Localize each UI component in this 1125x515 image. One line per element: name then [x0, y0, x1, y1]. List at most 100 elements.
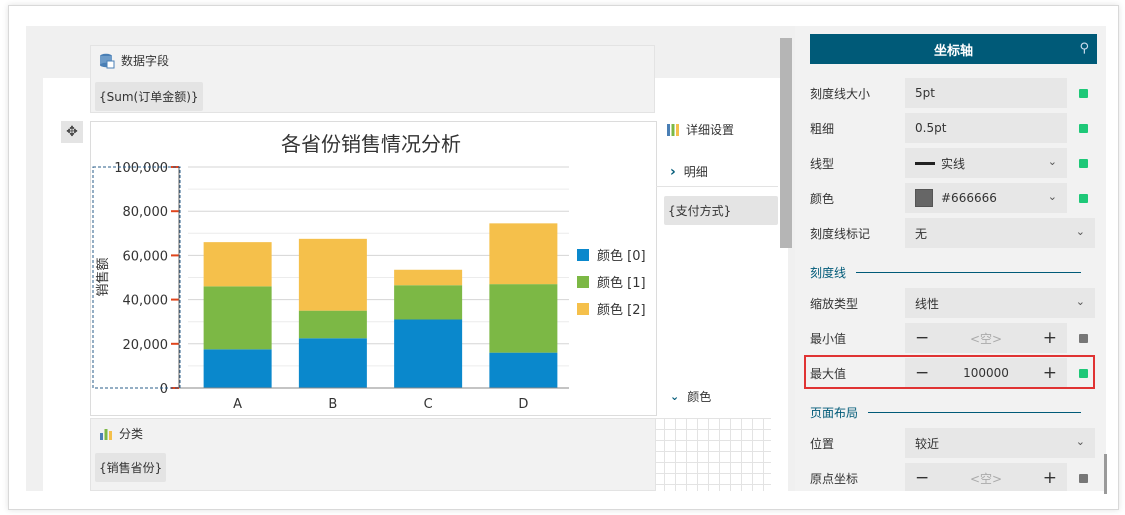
status-dot — [1079, 333, 1088, 343]
status-dot — [1079, 158, 1088, 168]
data-field-chip[interactable]: {Sum(订单金额)} — [95, 82, 203, 111]
x-tick-label: A — [233, 397, 242, 412]
chart-container[interactable]: 各省份销售情况分析 0 20,000 40,000 60,000 80,000 100,0… — [90, 121, 657, 416]
prop-label: 最小值 — [810, 331, 847, 346]
bar-segment[interactable] — [203, 286, 272, 350]
section-title: 页面布局 — [810, 406, 859, 420]
prop-value: 较近 — [915, 436, 940, 451]
data-fields-panel: 数据字段 {Sum(订单金额)} — [90, 45, 655, 113]
legend-swatch — [577, 249, 589, 261]
detail-icon — [667, 123, 679, 136]
chart-svg: 各省份销售情况分析 0 20,000 40,000 60,000 80,000 100,0… — [92, 132, 646, 412]
section-divider — [856, 272, 1082, 273]
prop-label: 刻度线标记 — [810, 226, 871, 241]
detail-chip[interactable]: {支付方式} — [664, 196, 778, 225]
status-dot — [1079, 193, 1088, 203]
prop-value: #666666 — [941, 191, 997, 205]
chart-title: 各省份销售情况分析 — [281, 132, 461, 156]
bar-segment[interactable] — [489, 223, 558, 285]
prop-label: 颜色 — [810, 191, 835, 206]
position-select[interactable]: 较近 ⌄ — [905, 428, 1095, 458]
detail-title: 详细设置 — [686, 123, 735, 137]
search-icon[interactable]: ⚲ — [1079, 41, 1089, 56]
prop-label: 粗细 — [810, 121, 835, 136]
bar-segment[interactable] — [489, 284, 558, 353]
legend-label: 颜色 [0] — [597, 248, 646, 264]
prop-value: 实线 — [941, 156, 966, 171]
origin-placeholder: <空> — [969, 471, 1003, 486]
props-header: 坐标轴 ⚲ — [810, 34, 1097, 64]
minus-icon[interactable]: − — [915, 468, 929, 488]
minus-icon[interactable]: − — [915, 328, 929, 348]
chevron-down-icon: ⌄ — [1075, 295, 1085, 308]
canvas-scrollbar[interactable] — [780, 38, 792, 248]
prop-label: 线型 — [810, 156, 835, 171]
screenshot-frame: 数据字段 {Sum(订单金额)} ✥ 各省份销售情况分析 0 20,000 40,0… — [8, 5, 1119, 510]
plus-icon[interactable]: + — [1043, 328, 1057, 348]
prop-label: 刻度线大小 — [810, 86, 871, 101]
line-type-select[interactable]: 实线 ⌄ — [905, 148, 1067, 178]
prop-label: 缩放类型 — [810, 296, 859, 311]
tick-size-input[interactable]: 5pt — [905, 78, 1067, 108]
bar-segment[interactable] — [394, 319, 463, 388]
bar-segment[interactable] — [298, 338, 367, 388]
chevron-down-icon: ⌄ — [1075, 225, 1085, 238]
move-icon[interactable]: ✥ — [61, 121, 83, 143]
y-tick-label: 0 — [160, 382, 168, 397]
x-tick-label: B — [328, 397, 337, 412]
detail-row-color[interactable]: ⌄ 颜色 — [656, 381, 778, 411]
bar-segment[interactable] — [203, 242, 272, 287]
thickness-input[interactable]: 0.5pt — [905, 113, 1067, 143]
prop-tick-mark: 刻度线标记 无 ⌄ — [810, 218, 1100, 248]
chevron-down-icon: ⌄ — [1047, 190, 1057, 203]
bar-segment[interactable] — [203, 349, 272, 388]
prop-value: 0.5pt — [915, 121, 947, 135]
bar-segment[interactable] — [394, 285, 463, 320]
status-dot — [1079, 123, 1088, 133]
prop-label: 位置 — [810, 436, 835, 451]
bar-segment[interactable] — [394, 269, 463, 286]
plus-icon[interactable]: + — [1043, 468, 1057, 488]
x-tick-label: C — [424, 397, 433, 412]
color-select[interactable]: #666666 ⌄ — [905, 183, 1067, 213]
prop-value: 5pt — [915, 86, 935, 100]
min-stepper[interactable]: − <空> + — [905, 323, 1067, 353]
props-scrollbar[interactable] — [1104, 454, 1107, 494]
detail-row-label: 颜色 — [687, 389, 712, 404]
y-tick-label: 80,000 — [123, 205, 169, 220]
scale-type-select[interactable]: 线性 ⌄ — [905, 288, 1095, 318]
prop-line-type: 线型 实线 ⌄ — [810, 148, 1100, 178]
bar-chart-icon — [100, 428, 112, 440]
chevron-down-icon: ⌄ — [1047, 155, 1057, 168]
props-title: 坐标轴 — [933, 43, 973, 59]
data-fields-title: 数据字段 — [121, 54, 170, 68]
origin-stepper[interactable]: − <空> + — [905, 463, 1067, 491]
y-tick-label: 40,000 — [123, 294, 169, 309]
prop-value: 无 — [915, 226, 928, 241]
prop-min: 最小值 − <空> + — [810, 323, 1100, 353]
x-tick-label: D — [518, 397, 528, 412]
prop-position: 位置 较近 ⌄ — [810, 428, 1100, 458]
bar-segment[interactable] — [298, 310, 367, 339]
detail-row-detail[interactable]: › 明细 — [656, 157, 778, 187]
section-scale: 刻度线 — [810, 264, 1082, 281]
tick-mark-select[interactable]: 无 ⌄ — [905, 218, 1095, 248]
prop-label: 原点坐标 — [810, 471, 859, 486]
legend-swatch — [577, 303, 589, 315]
section-title: 刻度线 — [810, 266, 847, 280]
prop-color: 颜色 #666666 ⌄ — [810, 183, 1100, 213]
legend-label: 颜色 [1] — [597, 275, 646, 291]
property-panel: 坐标轴 ⚲ 刻度线大小 5pt 粗细 0.5pt 线型 实线 ⌄ 颜色 #666… — [795, 26, 1106, 491]
prop-value: 线性 — [915, 296, 940, 311]
bar-segment[interactable] — [489, 352, 558, 388]
section-divider — [868, 412, 1082, 413]
solid-line-icon — [915, 161, 935, 165]
y-tick-label: 20,000 — [123, 338, 169, 353]
y-tick-label: 60,000 — [123, 249, 169, 264]
bar-segment[interactable] — [298, 238, 367, 311]
data-fields-header: 数据字段 — [99, 52, 169, 69]
category-chip[interactable]: {销售省份} — [95, 453, 167, 482]
section-layout: 页面布局 — [810, 404, 1082, 421]
prop-thickness: 粗细 0.5pt — [810, 113, 1100, 143]
detail-settings-header: 详细设置 — [666, 121, 734, 138]
